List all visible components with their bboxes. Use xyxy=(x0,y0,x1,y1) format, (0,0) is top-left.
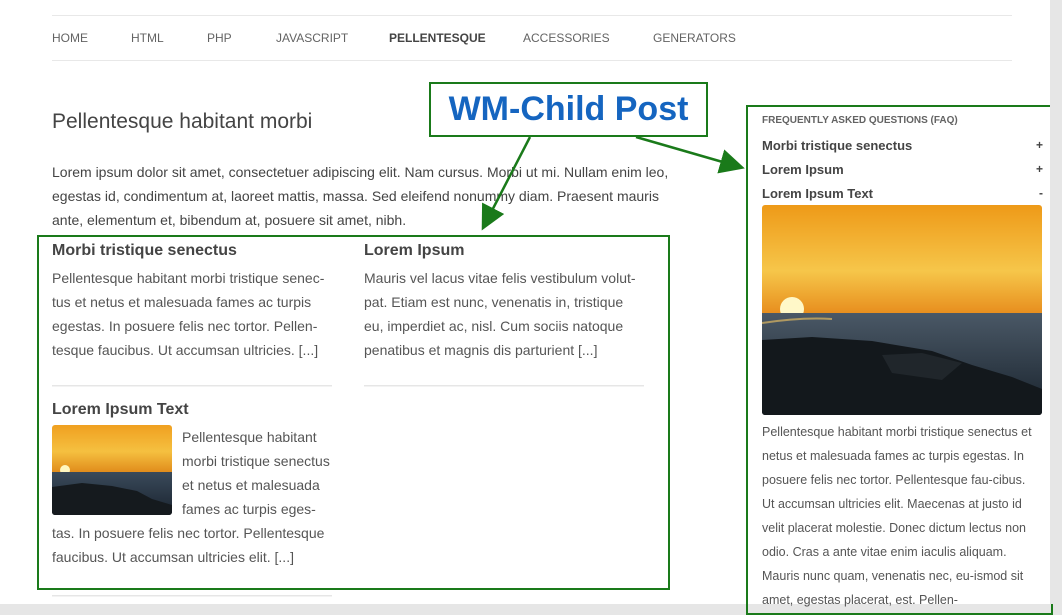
arrow-to-faq xyxy=(635,135,745,174)
page: HOME HTML PHP JAVASCRIPT PELLENTESQUE AC… xyxy=(0,0,1053,615)
wm-child-post-callout: WM-Child Post xyxy=(429,82,708,137)
arrow-to-child-posts xyxy=(481,136,532,231)
page-scrollbar[interactable] xyxy=(1050,0,1062,604)
